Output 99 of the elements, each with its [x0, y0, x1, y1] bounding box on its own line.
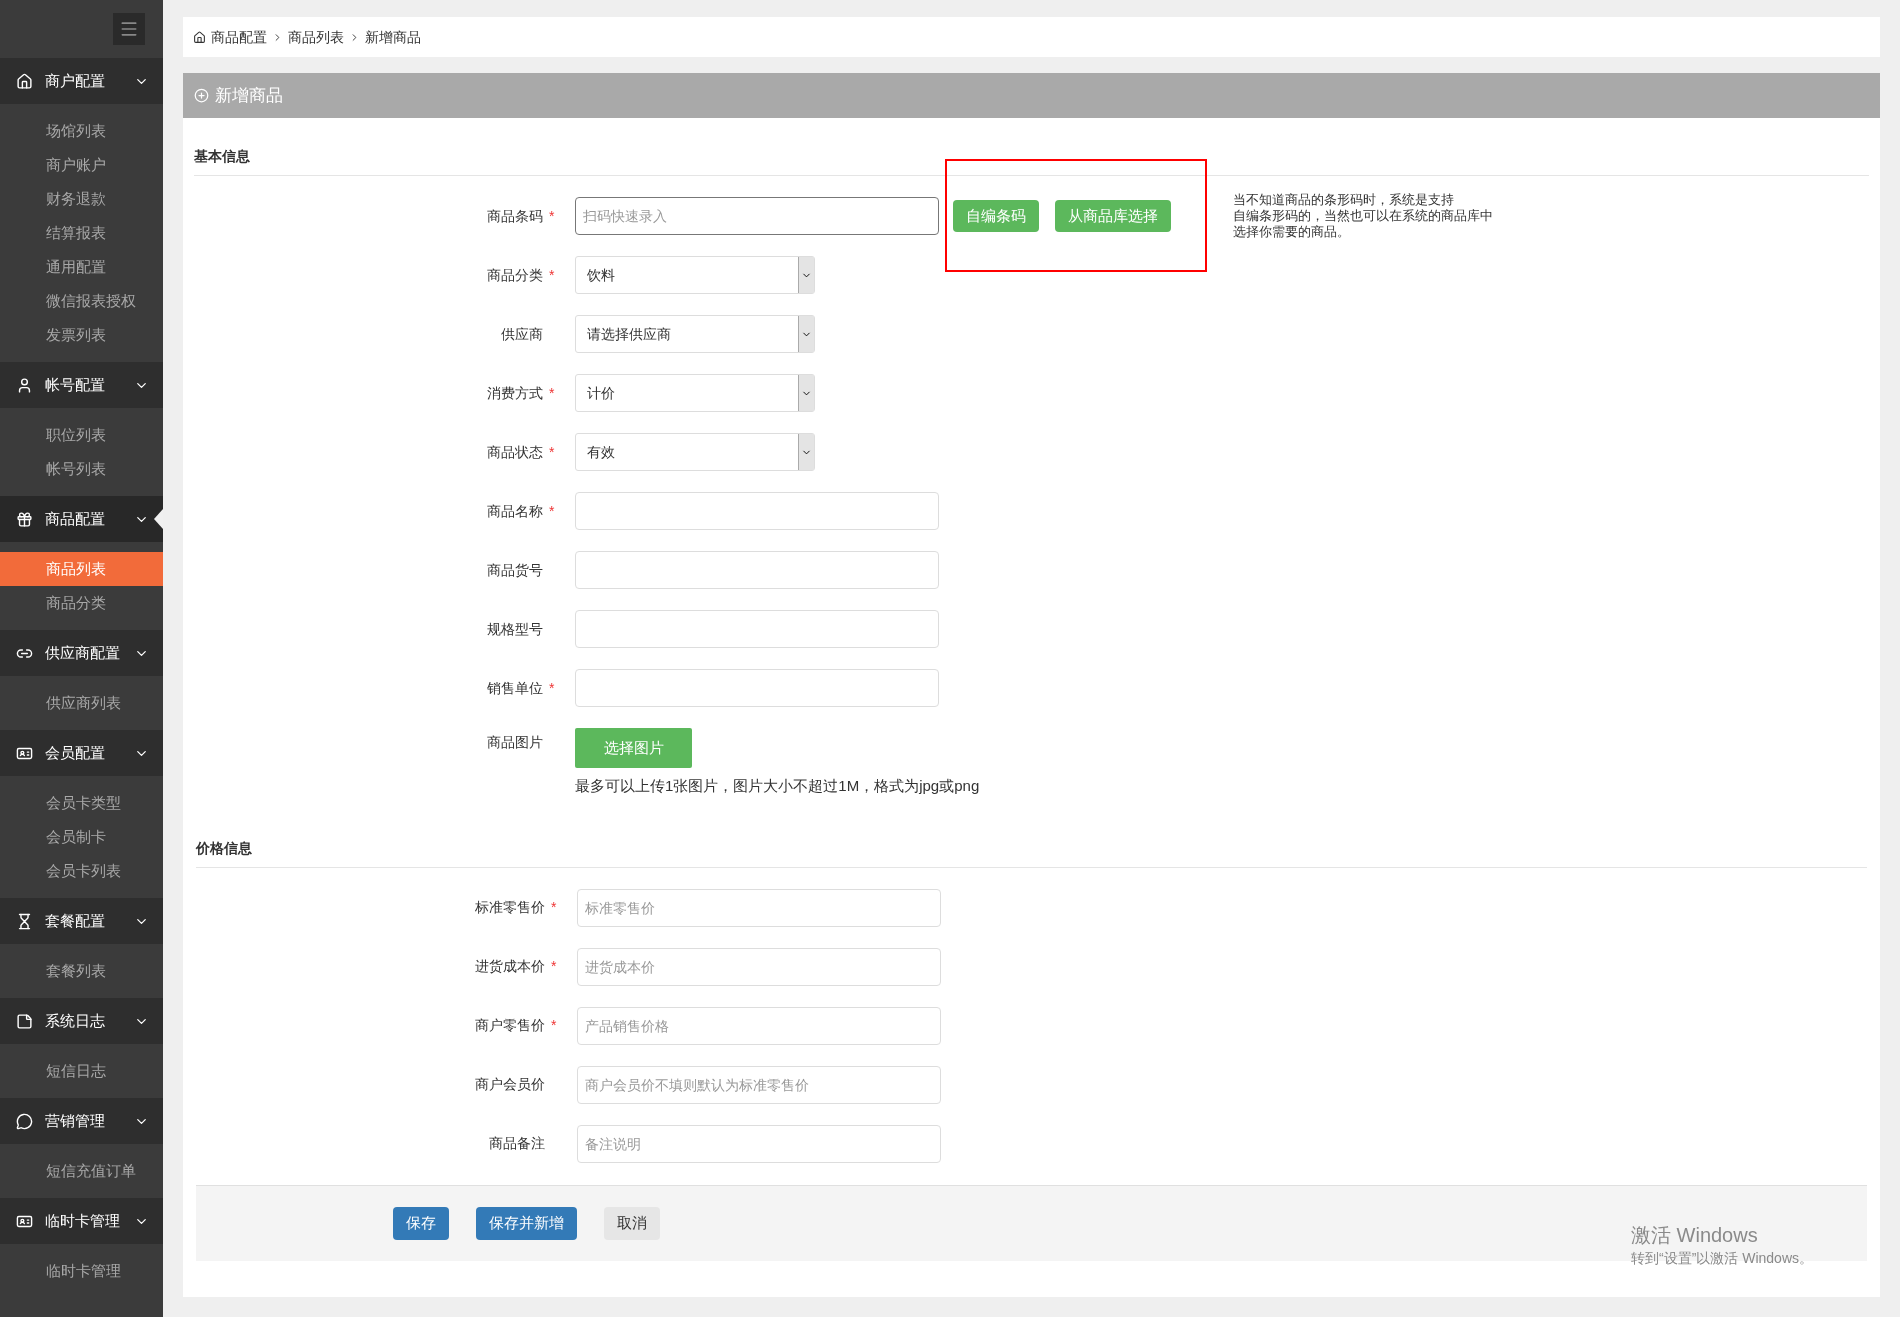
sidebar-group-label: 商品配置: [45, 508, 106, 529]
select-field[interactable]: 有效: [575, 433, 815, 471]
sidebar-group-label: 营销管理: [45, 1110, 106, 1131]
section-title: 价格信息: [196, 837, 1867, 868]
select-field[interactable]: 计价: [575, 374, 815, 412]
sidebar-item[interactable]: 财务退款: [0, 182, 163, 216]
note-icon: [16, 1012, 33, 1030]
help-text: 选择你需要的商品。: [1233, 224, 1351, 240]
select-value: 有效: [586, 442, 616, 462]
required-mark: *: [551, 898, 557, 917]
sidebar-item[interactable]: 结算报表: [0, 216, 163, 250]
help-text: 当不知道商品的条形码时，系统是支持: [1233, 192, 1455, 208]
barcode-action-button[interactable]: 从商品库选择: [1055, 200, 1171, 232]
gift-icon: [16, 510, 33, 528]
sidebar-item[interactable]: 临时卡管理: [0, 1254, 163, 1288]
plus-circle-icon: [194, 88, 209, 103]
sidebar-item[interactable]: 会员制卡: [0, 820, 163, 854]
sidebar-item[interactable]: 会员卡类型: [0, 786, 163, 820]
sidebar-item[interactable]: 商品分类: [0, 586, 163, 620]
user-icon: [16, 376, 33, 394]
field-label: 商户会员价: [475, 1075, 545, 1094]
barcode-action-button[interactable]: 自编条码: [953, 200, 1039, 232]
hourglass-icon: [16, 912, 33, 930]
select-value: 饮料: [586, 265, 616, 285]
breadcrumb-item[interactable]: 商品配置: [211, 26, 267, 48]
sidebar-group-label: 商户配置: [45, 70, 106, 91]
required-mark: *: [549, 265, 555, 285]
section-title: 基本信息: [194, 146, 1869, 176]
sidebar-item[interactable]: 短信充值订单: [0, 1154, 163, 1188]
required-mark: *: [549, 206, 555, 226]
sidebar-item[interactable]: 职位列表: [0, 418, 163, 452]
sidebar-item[interactable]: 商品列表: [0, 552, 163, 586]
sidebar-item[interactable]: 微信报表授权: [0, 284, 163, 318]
required-mark: *: [551, 957, 557, 976]
activation-notice-title: 激活 Windows: [1631, 1223, 1759, 1248]
panel-title: 新增商品: [215, 84, 283, 107]
cancel-button[interactable]: 取消: [604, 1206, 660, 1240]
field-label: 消费方式: [487, 383, 543, 403]
sidebar-group-label: 帐号配置: [45, 374, 106, 395]
primary-button[interactable]: 保存并新增: [476, 1206, 577, 1240]
required-mark: *: [549, 501, 555, 521]
field-label: 商品图片: [487, 733, 543, 752]
field-label: 销售单位: [487, 678, 543, 698]
required-mark: *: [549, 383, 555, 403]
sidebar-group-header[interactable]: 商户配置: [0, 58, 163, 104]
select-field[interactable]: 饮料: [575, 256, 815, 294]
sidebar-group-label: 供应商配置: [45, 642, 121, 663]
field-label: 标准零售价: [475, 898, 545, 917]
sidebar-group-header[interactable]: 会员配置: [0, 730, 163, 776]
breadcrumb-item[interactable]: 商品列表: [288, 26, 344, 48]
required-mark: *: [549, 442, 555, 462]
field-label: 规格型号: [487, 619, 543, 639]
sidebar-group-header[interactable]: 商品配置: [0, 496, 163, 542]
primary-button[interactable]: 保存: [393, 1206, 449, 1240]
sidebar-item[interactable]: 会员卡列表: [0, 854, 163, 888]
sidebar-item[interactable]: 帐号列表: [0, 452, 163, 486]
sidebar-group-header[interactable]: 营销管理: [0, 1098, 163, 1144]
sidebar-group-label: 套餐配置: [45, 910, 106, 931]
field-label: 商品分类: [487, 265, 543, 285]
sidebar-item[interactable]: 供应商列表: [0, 686, 163, 720]
sidebar-group-label: 临时卡管理: [45, 1210, 121, 1231]
sidebar-item[interactable]: 场馆列表: [0, 114, 163, 148]
sidebar-item[interactable]: 短信日志: [0, 1054, 163, 1088]
sidebar-group-header[interactable]: 临时卡管理: [0, 1198, 163, 1244]
choose-image-button[interactable]: 选择图片: [575, 728, 692, 768]
home-icon: [193, 30, 206, 44]
menu-icon: [119, 19, 139, 39]
breadcrumb-item: 新增商品: [365, 27, 421, 47]
field-label: 商品状态: [487, 442, 543, 462]
field-label: 商品货号: [487, 560, 543, 580]
sidebar-item[interactable]: 商户账户: [0, 148, 163, 182]
home-icon: [16, 72, 33, 90]
menu-toggle-button[interactable]: [113, 13, 145, 45]
sidebar-group-label: 会员配置: [45, 742, 106, 763]
sidebar-item[interactable]: 套餐列表: [0, 954, 163, 988]
field-label: 供应商: [501, 324, 543, 344]
select-value: 请选择供应商: [586, 324, 672, 344]
sidebar-group-header[interactable]: 系统日志: [0, 998, 163, 1044]
help-text: 自编条形码的，当然也可以在系统的商品库中: [1233, 208, 1493, 224]
active-notch: [154, 509, 163, 529]
field-label: 商户零售价: [475, 1016, 545, 1035]
required-mark: *: [551, 1016, 557, 1035]
select-value: 计价: [586, 383, 616, 403]
sidebar-group-header[interactable]: 供应商配置: [0, 630, 163, 676]
sidebar-item[interactable]: 通用配置: [0, 250, 163, 284]
field-label: 商品条码: [487, 206, 543, 226]
field-label: 进货成本价: [475, 957, 545, 976]
field-label: 商品名称: [487, 501, 543, 521]
required-mark: *: [549, 678, 555, 698]
input-field[interactable]: 扫码快速录入: [575, 197, 939, 235]
sidebar-item[interactable]: 发票列表: [0, 318, 163, 352]
sidebar-group-header[interactable]: 套餐配置: [0, 898, 163, 944]
upload-note: 最多可以上传1张图片，图片大小不超过1M，格式为jpg或png: [575, 776, 980, 796]
sidebar-group-label: 系统日志: [45, 1010, 106, 1031]
field-label: 商品备注: [489, 1134, 545, 1153]
select-field[interactable]: 请选择供应商: [575, 315, 815, 353]
chat-bubble-icon: [16, 1112, 33, 1130]
activation-notice-subtitle: 转到“设置”以激活 Windows。: [1631, 1249, 1813, 1268]
sidebar-group-header[interactable]: 帐号配置: [0, 362, 163, 408]
